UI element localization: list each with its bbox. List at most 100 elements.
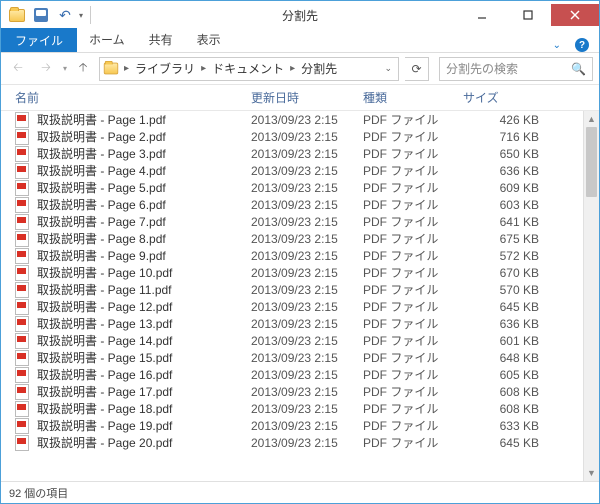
title-bar: ↶ ▾ 分割先 — [1, 1, 599, 29]
scroll-up-button[interactable]: ▲ — [584, 111, 599, 127]
close-button[interactable] — [551, 4, 599, 26]
scrollbar-thumb[interactable] — [586, 127, 597, 197]
breadcrumb-item[interactable]: 分割先 — [297, 60, 341, 77]
maximize-button[interactable] — [505, 4, 551, 26]
file-row[interactable]: 取扱説明書 - Page 2.pdf2013/09/23 2:15PDF ファイ… — [1, 128, 587, 145]
chevron-right-icon[interactable]: ▸ — [122, 63, 131, 74]
file-row[interactable]: 取扱説明書 - Page 15.pdf2013/09/23 2:15PDF ファ… — [1, 349, 587, 366]
file-row[interactable]: 取扱説明書 - Page 5.pdf2013/09/23 2:15PDF ファイ… — [1, 179, 587, 196]
file-size: 572 KB — [463, 249, 539, 263]
folder-icon[interactable] — [7, 5, 27, 25]
search-input[interactable]: 分割先の検索 🔍 — [439, 57, 593, 81]
file-date: 2013/09/23 2:15 — [251, 249, 363, 263]
item-count: 92 個の項目 — [9, 485, 68, 501]
file-name: 取扱説明書 - Page 15.pdf — [37, 349, 251, 366]
forward-button[interactable]: 🡢 — [35, 58, 57, 80]
file-row[interactable]: 取扱説明書 - Page 18.pdf2013/09/23 2:15PDF ファ… — [1, 400, 587, 417]
pdf-file-icon — [15, 350, 31, 366]
pdf-file-icon — [15, 112, 31, 128]
breadcrumb-item[interactable]: ドキュメント — [208, 60, 288, 77]
file-size: 608 KB — [463, 402, 539, 416]
window-controls — [459, 4, 599, 26]
file-name: 取扱説明書 - Page 8.pdf — [37, 230, 251, 247]
column-header-size[interactable]: サイズ — [463, 89, 553, 106]
tab-file[interactable]: ファイル — [1, 28, 77, 52]
up-button[interactable]: 🡡 — [73, 59, 93, 79]
chevron-right-icon[interactable]: ▸ — [199, 63, 208, 74]
file-type: PDF ファイル — [363, 162, 463, 179]
file-size: 648 KB — [463, 351, 539, 365]
file-row[interactable]: 取扱説明書 - Page 9.pdf2013/09/23 2:15PDF ファイ… — [1, 247, 587, 264]
file-row[interactable]: 取扱説明書 - Page 16.pdf2013/09/23 2:15PDF ファ… — [1, 366, 587, 383]
file-size: 636 KB — [463, 164, 539, 178]
save-icon[interactable] — [31, 5, 51, 25]
minimize-button[interactable] — [459, 4, 505, 26]
file-row[interactable]: 取扱説明書 - Page 13.pdf2013/09/23 2:15PDF ファ… — [1, 315, 587, 332]
file-row[interactable]: 取扱説明書 - Page 7.pdf2013/09/23 2:15PDF ファイ… — [1, 213, 587, 230]
chevron-right-icon[interactable]: ▸ — [288, 63, 297, 74]
file-row[interactable]: 取扱説明書 - Page 8.pdf2013/09/23 2:15PDF ファイ… — [1, 230, 587, 247]
file-row[interactable]: 取扱説明書 - Page 12.pdf2013/09/23 2:15PDF ファ… — [1, 298, 587, 315]
window-title: 分割先 — [282, 7, 318, 24]
file-row[interactable]: 取扱説明書 - Page 20.pdf2013/09/23 2:15PDF ファ… — [1, 434, 587, 451]
file-size: 426 KB — [463, 113, 539, 127]
pdf-file-icon — [15, 316, 31, 332]
file-size: 645 KB — [463, 300, 539, 314]
file-row[interactable]: 取扱説明書 - Page 14.pdf2013/09/23 2:15PDF ファ… — [1, 332, 587, 349]
file-name: 取扱説明書 - Page 13.pdf — [37, 315, 251, 332]
file-row[interactable]: 取扱説明書 - Page 6.pdf2013/09/23 2:15PDF ファイ… — [1, 196, 587, 213]
file-row[interactable]: 取扱説明書 - Page 1.pdf2013/09/23 2:15PDF ファイ… — [1, 111, 587, 128]
file-name: 取扱説明書 - Page 12.pdf — [37, 298, 251, 315]
file-size: 603 KB — [463, 198, 539, 212]
tab-view[interactable]: 表示 — [185, 27, 233, 52]
navigation-bar: 🡠 🡢 ▾ 🡡 ▸ ライブラリ ▸ ドキュメント ▸ 分割先 ⌄ ⟳ 分割先の検… — [1, 53, 599, 85]
refresh-button[interactable]: ⟳ — [405, 57, 429, 81]
history-dropdown-icon[interactable]: ▾ — [63, 64, 67, 73]
file-row[interactable]: 取扱説明書 - Page 11.pdf2013/09/23 2:15PDF ファ… — [1, 281, 587, 298]
tab-share[interactable]: 共有 — [137, 27, 185, 52]
column-header-date[interactable]: 更新日時 — [251, 89, 363, 106]
breadcrumb-item[interactable]: ライブラリ — [131, 60, 199, 77]
help-icon[interactable]: ? — [575, 38, 589, 52]
qat-dropdown-icon[interactable]: ▾ — [79, 11, 83, 20]
back-button[interactable]: 🡠 — [7, 58, 29, 80]
file-size: 645 KB — [463, 436, 539, 450]
file-size: 633 KB — [463, 419, 539, 433]
file-type: PDF ファイル — [363, 145, 463, 162]
search-icon: 🔍 — [571, 62, 586, 76]
tab-home[interactable]: ホーム — [77, 27, 137, 52]
file-date: 2013/09/23 2:15 — [251, 283, 363, 297]
file-date: 2013/09/23 2:15 — [251, 402, 363, 416]
file-name: 取扱説明書 - Page 16.pdf — [37, 366, 251, 383]
file-name: 取扱説明書 - Page 18.pdf — [37, 400, 251, 417]
pdf-file-icon — [15, 180, 31, 196]
file-list: 取扱説明書 - Page 1.pdf2013/09/23 2:15PDF ファイ… — [1, 111, 599, 481]
file-type: PDF ファイル — [363, 434, 463, 451]
vertical-scrollbar[interactable]: ▲ ▼ — [583, 111, 599, 481]
file-size: 675 KB — [463, 232, 539, 246]
file-name: 取扱説明書 - Page 10.pdf — [37, 264, 251, 281]
column-header-name[interactable]: 名前 — [15, 89, 251, 106]
expand-ribbon-icon[interactable]: ⌄ — [553, 40, 561, 51]
file-name: 取扱説明書 - Page 9.pdf — [37, 247, 251, 264]
file-row[interactable]: 取扱説明書 - Page 3.pdf2013/09/23 2:15PDF ファイ… — [1, 145, 587, 162]
file-row[interactable]: 取扱説明書 - Page 17.pdf2013/09/23 2:15PDF ファ… — [1, 383, 587, 400]
address-bar[interactable]: ▸ ライブラリ ▸ ドキュメント ▸ 分割先 ⌄ — [99, 57, 399, 81]
address-dropdown-icon[interactable]: ⌄ — [378, 63, 398, 74]
file-name: 取扱説明書 - Page 19.pdf — [37, 417, 251, 434]
file-date: 2013/09/23 2:15 — [251, 419, 363, 433]
undo-icon[interactable]: ↶ — [55, 5, 75, 25]
file-date: 2013/09/23 2:15 — [251, 147, 363, 161]
file-type: PDF ファイル — [363, 196, 463, 213]
scroll-down-button[interactable]: ▼ — [584, 465, 599, 481]
file-name: 取扱説明書 - Page 14.pdf — [37, 332, 251, 349]
pdf-file-icon — [15, 418, 31, 434]
file-type: PDF ファイル — [363, 281, 463, 298]
pdf-file-icon — [15, 282, 31, 298]
file-name: 取扱説明書 - Page 7.pdf — [37, 213, 251, 230]
file-row[interactable]: 取扱説明書 - Page 19.pdf2013/09/23 2:15PDF ファ… — [1, 417, 587, 434]
file-row[interactable]: 取扱説明書 - Page 10.pdf2013/09/23 2:15PDF ファ… — [1, 264, 587, 281]
file-date: 2013/09/23 2:15 — [251, 181, 363, 195]
column-header-type[interactable]: 種類 — [363, 89, 463, 106]
file-row[interactable]: 取扱説明書 - Page 4.pdf2013/09/23 2:15PDF ファイ… — [1, 162, 587, 179]
